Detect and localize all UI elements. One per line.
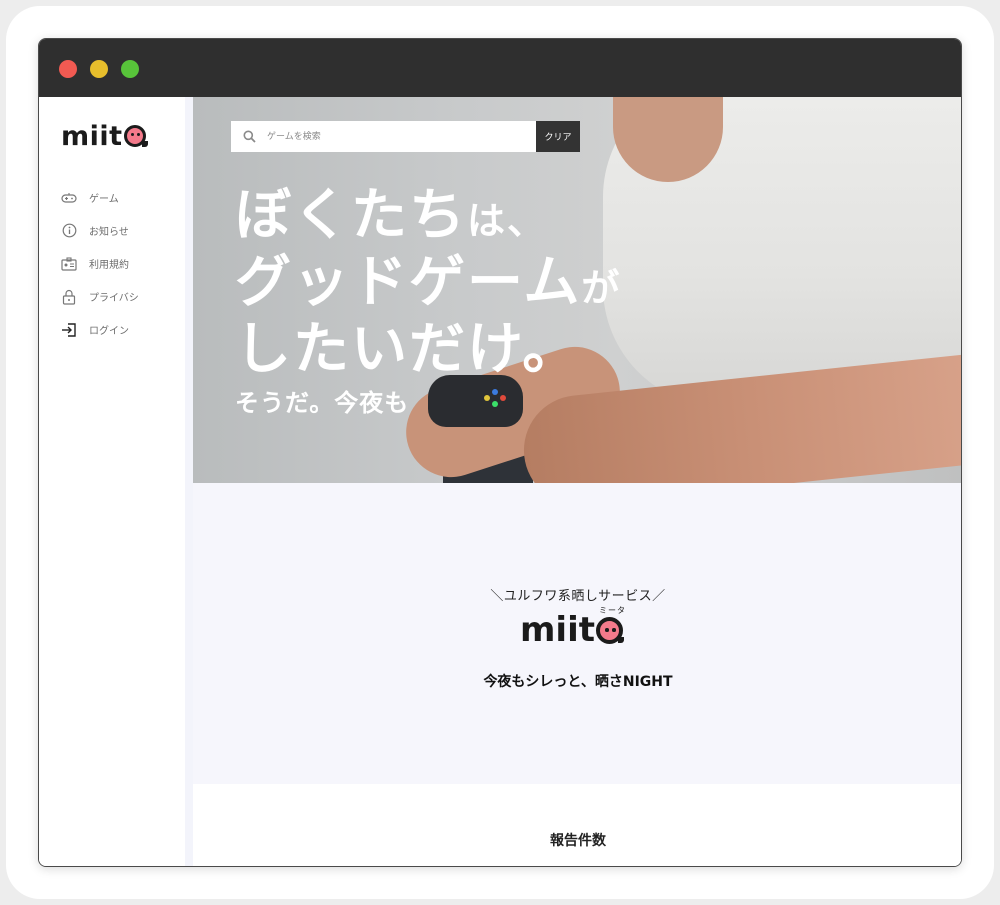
sidebar-item-label: ゲーム [89,194,119,205]
sidebar-item-label: お知らせ [89,227,129,238]
search-icon [231,130,267,143]
info-icon [61,223,77,239]
hero-line-2: グッドゲームが [235,252,621,319]
browser-window: miit ゲーム お知らせ 利用規約 プライバシ ログイン ゲームを検索 クリア… [38,38,962,867]
close-window-button[interactable] [59,60,77,78]
sidebar-nav: ゲーム お知らせ 利用規約 プライバシ ログイン [61,181,139,346]
hero-subline: そうだ。今夜も [235,389,410,417]
sidebar-item-login[interactable]: ログイン [61,313,139,346]
hero-banner: クリア ぼくたちは、 グッドゲームが したいだけ。 そうだ。今夜も [193,97,961,483]
login-icon [61,322,77,338]
sidebar-item-terms[interactable]: 利用規約 [61,247,139,280]
service-tagline: ＼ユルフワ系晒しサービス／ [490,589,666,604]
minimize-window-button[interactable] [90,60,108,78]
sidebar-item-news[interactable]: お知らせ [61,214,139,247]
main-content: クリア ぼくたちは、 グッドゲームが したいだけ。 そうだ。今夜も ＼ユルフワ系… [193,97,961,866]
hero-line-1-main: ぼくたち [235,183,467,248]
catchphrase: 今夜もシレっと、晒さNIGHT [483,674,673,690]
sidebar: miit ゲーム お知らせ 利用規約 プライバシ ログイン [39,97,185,866]
sidebar-item-label: 利用規約 [89,260,129,271]
intro-section: ＼ユルフワ系晒しサービス／ ミータ miit 今夜もシレっと、晒さNIGHT [193,483,961,784]
hero-line-1-tail: は、 [467,199,548,243]
hero-line-2-main: グッドゲーム [235,250,582,315]
reports-title: 報告件数 [550,833,606,849]
sidebar-item-label: プライバシ [89,293,139,304]
id-card-icon [61,256,77,272]
logo-text: miit [61,121,123,152]
search-input[interactable] [267,121,536,152]
sidebar-divider [185,97,193,866]
sidebar-item-privacy[interactable]: プライバシ [61,280,139,313]
hero-line-3: したいだけ。 [235,317,581,382]
sidebar-item-label: ログイン [89,326,129,337]
hero-copy: ぼくたちは、 グッドゲームが したいだけ。 そうだ。今夜も [235,185,621,423]
logo-mark-icon [123,125,148,147]
maximize-window-button[interactable] [121,60,139,78]
search-bar [231,121,536,152]
reports-section: 報告件数 [193,784,961,866]
hero-line-1: ぼくたちは、 [235,185,621,252]
intro-logo-text: miit [520,610,595,650]
intro-logo: miit [520,610,624,650]
logo-mark-icon [596,617,624,644]
gamepad-icon [61,190,77,206]
hero-line-2-tail: が [581,266,622,310]
lock-icon [61,289,77,305]
window-titlebar [39,39,961,97]
site-logo[interactable]: miit [61,121,148,152]
clear-button[interactable]: クリア [536,121,580,152]
sidebar-item-games[interactable]: ゲーム [61,181,139,214]
